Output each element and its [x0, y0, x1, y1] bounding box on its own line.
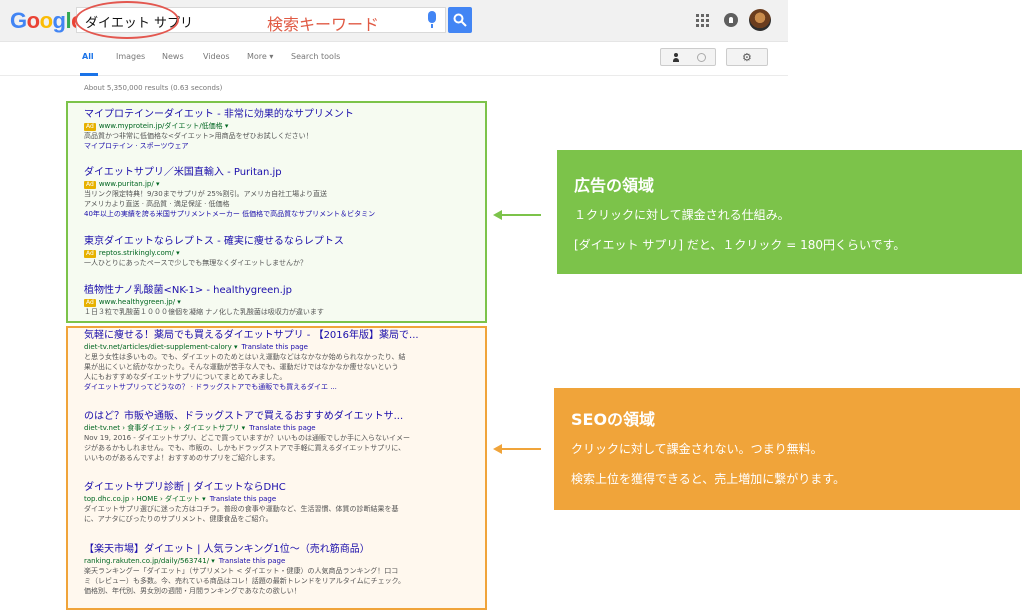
- ad-badge: Ad: [84, 299, 96, 307]
- tab-images[interactable]: Images: [116, 52, 145, 61]
- keyword-annotation: 検索キーワード: [267, 15, 380, 34]
- ad-snippet: 一人ひとりにあったペースで少しでも無理なくダイエットしませんか？: [84, 259, 307, 267]
- organic-snippet: いいものがあるんですよ！おすすめのサプリをご紹介します。: [84, 454, 280, 462]
- settings-button[interactable]: ⚙: [726, 48, 768, 66]
- tab-search-tools[interactable]: Search tools: [291, 52, 340, 61]
- organic-snippet: Nov 19, 2016 - ダイエットサプリ、どこで買っていますか？いいものは…: [84, 434, 410, 442]
- query-highlight-ring: [75, 1, 179, 39]
- organic-url[interactable]: top.dhc.co.jp › HOME › ダイエット ▾ Translate …: [84, 494, 484, 504]
- notifications-icon[interactable]: [724, 13, 738, 27]
- gear-icon: ⚙: [742, 51, 752, 64]
- ad-url[interactable]: Ad reptos.strikingly.com/ ▾: [84, 248, 484, 258]
- translate-link[interactable]: Translate this page: [242, 343, 309, 351]
- ad-snippet: １日３粒で乳酸菌１０００億個を凝縮 ナノ化した乳酸菌は吸収力が違います: [84, 308, 324, 316]
- tab-videos[interactable]: Videos: [203, 52, 230, 61]
- seo-callout-line1: クリックに対して課金されない。つまり無料。: [571, 442, 823, 456]
- ad-url-text[interactable]: www.myprotein.jp/ダイエット/低価格 ▾: [99, 122, 229, 130]
- organic-result: 【楽天市場】ダイエット | 人気ランキング1位〜（売れ筋商品） ranking.r…: [84, 543, 484, 596]
- ad-snippet: アメリカより直送 · 高品質 · 満足保証 · 低価格: [84, 200, 230, 208]
- ad-url[interactable]: Ad www.myprotein.jp/ダイエット/低価格 ▾: [84, 121, 484, 131]
- organic-title-link[interactable]: のはど？市販や通販、ドラッグストアで買えるおすすめダイエットサ...: [84, 410, 484, 423]
- ad-sitelinks[interactable]: マイプロテイン · スポーツウェア: [84, 141, 484, 151]
- organic-url-text[interactable]: diet-tv.net/articles/diet-supplement-cal…: [84, 343, 238, 351]
- google-logo[interactable]: Google: [10, 8, 83, 34]
- ad-snippet: 当リンク限定特典！9/30までサプリが 25%割引。アメリカ自社工場より直送: [84, 190, 328, 198]
- search-input[interactable]: ダイエット サプリ 検索キーワード: [75, 1, 446, 39]
- ad-url[interactable]: Ad www.puritan.jp/ ▾: [84, 179, 484, 189]
- tab-more[interactable]: More ▾: [247, 52, 273, 61]
- tab-news[interactable]: News: [162, 52, 184, 61]
- ad-result: マイプロテインーダイエット - 非常に効果的なサプリメント Ad www.mypro…: [84, 108, 484, 151]
- organic-snippet: 価格別、年代別、男女別の週間・月間ランキングであなたの欲しい！: [84, 587, 301, 595]
- translate-link[interactable]: Translate this page: [249, 424, 316, 432]
- translate-link[interactable]: Translate this page: [210, 495, 277, 503]
- organic-url-text[interactable]: top.dhc.co.jp › HOME › ダイエット ▾: [84, 495, 206, 503]
- microphone-icon[interactable]: [428, 11, 436, 28]
- active-tab-indicator: [80, 73, 98, 76]
- ad-callout-line2: [ダイエット サプリ] だと、１クリック = 180円くらいです。: [574, 238, 906, 252]
- ad-result: ダイエットサプリ／米国直輸入 - Puritan.jp Ad www.puritan…: [84, 166, 484, 219]
- ad-callout-line1: １クリックに対して課金される仕組み。: [574, 208, 790, 222]
- ad-result: 植物性ナノ乳酸菌<NK-1> - healthygreen.jp Ad www.he…: [84, 284, 484, 317]
- ad-badge: Ad: [84, 250, 96, 258]
- top-bar: Google ダイエット サプリ 検索キーワード: [0, 0, 788, 42]
- ad-sitelinks[interactable]: 40年以上の実績を誇る米国サプリメントメーカー 低価格で高品質なサプリメント＆ビ…: [84, 209, 484, 219]
- organic-title-link[interactable]: 【楽天市場】ダイエット | 人気ランキング1位〜（売れ筋商品）: [84, 543, 484, 556]
- ad-url-text[interactable]: www.healthygreen.jp/ ▾: [99, 298, 181, 306]
- organic-snippet: に、アナタにぴったりのサプリメント、健康食品をご紹介。: [84, 515, 273, 523]
- organic-sitelinks[interactable]: ダイエットサプリってどうなの？ · ドラッグストアでも通販でも買えるダイエ ..…: [84, 382, 484, 392]
- organic-url[interactable]: diet-tv.net › 食事ダイエット › ダイエットサプリ ▾ Transl…: [84, 423, 484, 433]
- organic-snippet: ジがあるかもしれません。でも、市販の、しかもドラッグストアで手軽に買えるダイエッ…: [84, 444, 406, 452]
- organic-url-text[interactable]: ranking.rakuten.co.jp/daily/563741/ ▾: [84, 557, 215, 565]
- avatar[interactable]: [749, 9, 771, 31]
- search-button[interactable]: [448, 7, 472, 33]
- ad-url-text[interactable]: reptos.strikingly.com/ ▾: [99, 249, 180, 257]
- organic-snippet: 楽天ランキングー「ダイエット」（サプリメント < ダイエット・健康）の人気商品ラ…: [84, 567, 399, 575]
- ad-url[interactable]: Ad www.healthygreen.jp/ ▾: [84, 297, 484, 307]
- ad-title-link[interactable]: マイプロテインーダイエット - 非常に効果的なサプリメント: [84, 108, 484, 121]
- ad-title-link[interactable]: ダイエットサプリ／米国直輸入 - Puritan.jp: [84, 166, 484, 179]
- seo-callout: SEOの領域 クリックに対して課金されない。つまり無料。 検索上位を獲得できると…: [554, 388, 1020, 510]
- organic-snippet: ミ（レビュー）も多数。今、売れている商品はコレ！話題の最新トレンドをリアルタイム…: [84, 577, 406, 585]
- seo-callout-title: SEOの領域: [571, 410, 656, 429]
- ad-title-link[interactable]: 植物性ナノ乳酸菌<NK-1> - healthygreen.jp: [84, 284, 484, 297]
- translate-link[interactable]: Translate this page: [219, 557, 286, 565]
- organic-title-link[interactable]: ダイエットサプリ診断 | ダイエットならDHC: [84, 481, 484, 494]
- organic-snippet: ダイエットサプリ選びに迷った方はコチラ。普段の食事や運動など、生活習慣、体質の診…: [84, 505, 399, 513]
- ad-callout: 広告の領域 １クリックに対して課金される仕組み。 [ダイエット サプリ] だと、…: [557, 150, 1022, 274]
- seo-callout-line2: 検索上位を獲得できると、売上増加に繋がります。: [571, 472, 846, 486]
- organic-url-text[interactable]: diet-tv.net › 食事ダイエット › ダイエットサプリ ▾: [84, 424, 245, 432]
- tab-all[interactable]: All: [82, 52, 94, 61]
- ad-callout-title: 広告の領域: [574, 176, 655, 195]
- ad-badge: Ad: [84, 123, 96, 131]
- organic-snippet: と思う女性は多いもの。でも、ダイエットのためとはいえ運動などはなかなか始められな…: [84, 353, 406, 361]
- result-stats: About 5,350,000 results (0.63 seconds): [84, 84, 223, 92]
- organic-result: ダイエットサプリ診断 | ダイエットならDHC top.dhc.co.jp › H…: [84, 481, 484, 524]
- apps-grid-icon[interactable]: [696, 14, 710, 28]
- person-icon: [673, 53, 679, 62]
- ad-title-link[interactable]: 東京ダイエットならレプトス - 確実に痩せるならレプトス: [84, 235, 484, 248]
- ad-result: 東京ダイエットならレプトス - 確実に痩せるならレプトス Ad reptos.str…: [84, 235, 484, 268]
- search-icon: [453, 13, 467, 27]
- ad-snippet: 高品質かつ非常に低価格な<ダイエット>用商品をぜひお試しください！: [84, 132, 313, 140]
- organic-result: 気軽に痩せる！薬局でも買えるダイエットサプリ - 【2016年版】薬局で... d…: [84, 329, 484, 392]
- organic-title-link[interactable]: 気軽に痩せる！薬局でも買えるダイエットサプリ - 【2016年版】薬局で...: [84, 329, 484, 342]
- ad-arrow: [493, 210, 541, 220]
- ad-badge: Ad: [84, 181, 96, 189]
- organic-snippet: 果が出にくいと続かなかったり。そんな運動が苦手な人でも、運動だけではなかなか痩せ…: [84, 363, 399, 371]
- seo-arrow: [493, 444, 541, 454]
- globe-icon: [697, 53, 706, 62]
- organic-url[interactable]: diet-tv.net/articles/diet-supplement-cal…: [84, 342, 484, 352]
- personal-results-toggle[interactable]: [660, 48, 716, 66]
- organic-result: のはど？市販や通販、ドラッグストアで買えるおすすめダイエットサ... diet-t…: [84, 410, 484, 463]
- search-tabs: All Images News Videos More ▾ Search too…: [0, 42, 788, 76]
- organic-url[interactable]: ranking.rakuten.co.jp/daily/563741/ ▾ Tra…: [84, 556, 484, 566]
- ad-url-text[interactable]: www.puritan.jp/ ▾: [99, 180, 160, 188]
- organic-snippet: 人にもおすすめなダイエットサプリについてまとめてみました。: [84, 373, 287, 381]
